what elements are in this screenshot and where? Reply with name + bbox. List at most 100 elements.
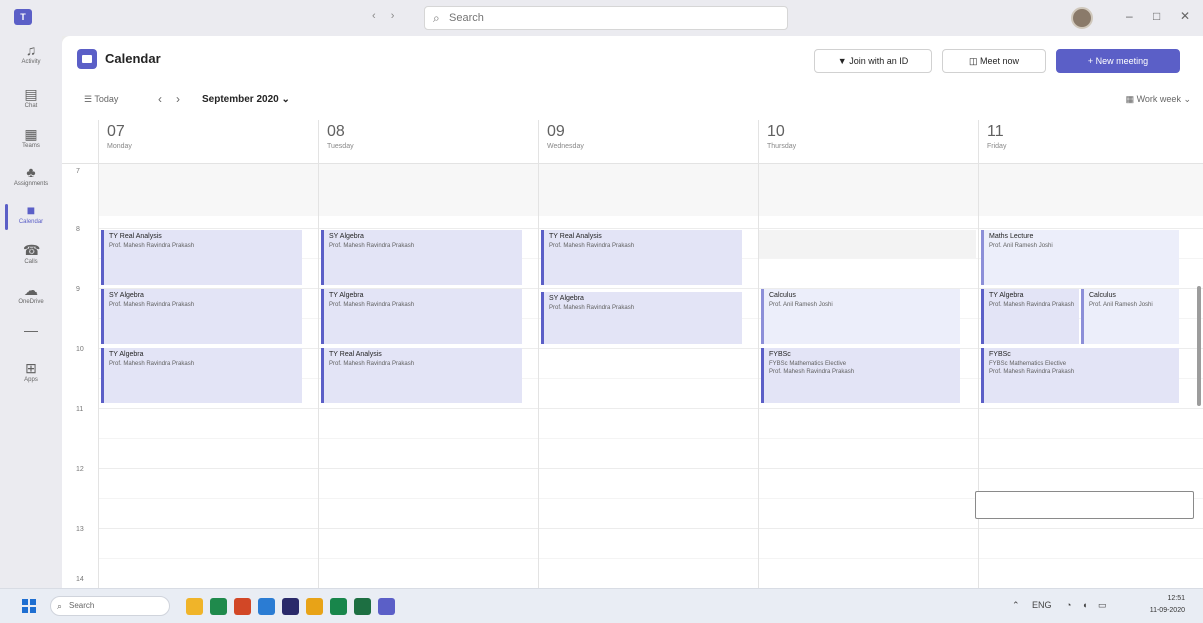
calendar-grid[interactable]: 7 8 9 10 11 12 13 14 TY Real Analysis Pr… — [62, 164, 1203, 588]
taskbar-search[interactable]: ⌕ Search — [50, 596, 170, 616]
day-divider — [98, 164, 99, 588]
language-icon[interactable]: ENG — [1032, 600, 1052, 610]
day-divider — [978, 164, 979, 588]
meet-now-button[interactable]: ◫ Meet now — [942, 49, 1046, 73]
taskbar: ⌕ Search ⌃ ENG ◔ ◖ ▭ 12:51 11-09-2020 — [0, 588, 1203, 623]
bell-icon: ♫ — [25, 42, 37, 58]
hour-label: 11 — [76, 406, 84, 413]
view-switcher[interactable]: ▦ Work week ⌄ — [1126, 94, 1191, 105]
rail-item-onedrive[interactable]: ☁ OneDrive — [0, 276, 62, 320]
event-card[interactable]: TY Real Analysis Prof. Mahesh Ravindra P… — [101, 230, 302, 285]
day-headers: 07 Monday 08 Tuesday 09 Wednesday 10 Thu… — [62, 120, 1203, 164]
event-card[interactable]: Maths Lecture Prof. Anil Ramesh Joshi — [981, 230, 1179, 285]
today-button[interactable]: ☰ Today — [84, 94, 118, 105]
half-hour-line — [98, 558, 1203, 559]
app-icon[interactable] — [330, 598, 347, 615]
search-icon: ⌕ — [433, 11, 440, 25]
day-divider — [318, 164, 319, 588]
prev-week-icon[interactable]: ‹ — [158, 92, 162, 106]
app-icon[interactable] — [210, 598, 227, 615]
wifi-icon[interactable]: ◔ — [1066, 600, 1071, 610]
month-picker[interactable]: September 2020 ⌄ — [202, 94, 290, 105]
hour-label: 10 — [76, 346, 84, 353]
day-divider — [758, 164, 759, 588]
close-icon[interactable]: ✕ — [1180, 9, 1190, 23]
hour-line — [98, 228, 1203, 229]
chevron-up-icon[interactable]: ⌃ — [1012, 600, 1020, 611]
event-card[interactable]: Calculus Prof. Anil Ramesh Joshi — [761, 289, 960, 344]
join-with-id-button[interactable]: ▼ Join with an ID — [814, 49, 932, 73]
day-header-mon[interactable]: 07 Monday — [98, 120, 318, 164]
scrollbar-thumb[interactable] — [1197, 286, 1201, 406]
rail-item-calls[interactable]: ☎ Calls — [0, 236, 62, 280]
event-card[interactable]: Calculus Prof. Anil Ramesh Joshi — [1081, 289, 1179, 344]
hour-line — [98, 408, 1203, 409]
app-icon[interactable] — [306, 598, 323, 615]
search-input[interactable] — [449, 10, 769, 26]
excel-icon[interactable] — [354, 598, 371, 615]
chat-icon: ▤ — [24, 86, 38, 102]
search-box[interactable]: ⌕ — [424, 6, 788, 30]
search-icon: ⌕ — [57, 601, 63, 611]
rail-item-calendar[interactable]: ■ Calendar — [0, 196, 62, 240]
event-card[interactable]: SY Algebra Prof. Mahesh Ravindra Prakash — [541, 292, 742, 344]
file-explorer-icon[interactable] — [186, 598, 203, 615]
edge-icon[interactable] — [258, 598, 275, 615]
calendar-panel: Calendar ▼ Join with an ID ◫ Meet now + … — [62, 36, 1203, 588]
free-slot[interactable] — [759, 230, 976, 258]
hour-label: 14 — [76, 576, 84, 583]
hour-line — [98, 528, 1203, 529]
event-card[interactable]: TY Algebra Prof. Mahesh Ravindra Prakash — [321, 289, 522, 344]
teams-taskbar-icon[interactable] — [378, 598, 395, 615]
new-meeting-button[interactable]: + New meeting — [1056, 49, 1180, 73]
selected-time-slot[interactable] — [975, 491, 1194, 519]
app-icon[interactable] — [234, 598, 251, 615]
calendar-toolbar: ☰ Today ‹ › September 2020 ⌄ ▦ Work week… — [62, 88, 1203, 114]
day-header-wed[interactable]: 09 Wednesday — [538, 120, 758, 164]
hour-label: 7 — [76, 168, 80, 175]
hour-label: 12 — [76, 466, 84, 473]
avatar[interactable] — [1071, 7, 1093, 29]
taskbar-clock[interactable]: 12:51 11-09-2020 — [1150, 593, 1185, 617]
calendar-icon: ■ — [26, 202, 36, 218]
event-card[interactable]: TY Real Analysis Prof. Mahesh Ravindra P… — [321, 348, 522, 403]
cloud-icon: ☁ — [24, 282, 38, 298]
calendar-header: Calendar ▼ Join with an ID ◫ Meet now + … — [62, 36, 1203, 84]
page-title: Calendar — [105, 51, 161, 66]
calendar-view-icon: ▦ — [1125, 94, 1137, 104]
event-card[interactable]: TY Algebra Prof. Mahesh Ravindra Prakash — [981, 289, 1079, 344]
minimize-icon[interactable]: – — [1126, 9, 1133, 23]
event-card[interactable]: FYBSc FYBSc Mathematics Elective Prof. M… — [761, 348, 960, 403]
event-card[interactable]: TY Real Analysis Prof. Mahesh Ravindra P… — [541, 230, 742, 285]
event-card[interactable]: SY Algebra Prof. Mahesh Ravindra Prakash — [321, 230, 522, 285]
windows-start-icon[interactable] — [22, 599, 36, 613]
teams-logo: T — [14, 9, 32, 25]
today-icon: ☰ — [84, 94, 95, 104]
half-hour-line — [98, 438, 1203, 439]
volume-icon[interactable]: ◖ — [1082, 600, 1087, 610]
battery-icon[interactable]: ▭ — [1098, 600, 1107, 611]
app-icon[interactable] — [282, 598, 299, 615]
apps-icon: ⊞ — [25, 360, 37, 376]
next-week-icon[interactable]: › — [176, 92, 180, 106]
assignments-icon: ♣ — [26, 164, 36, 180]
day-header-fri[interactable]: 11 Friday — [978, 120, 1203, 164]
maximize-icon[interactable]: □ — [1153, 9, 1160, 23]
day-header-tue[interactable]: 08 Tuesday — [318, 120, 538, 164]
hour-label: 8 — [76, 226, 80, 233]
day-header-thu[interactable]: 10 Thursday — [758, 120, 978, 164]
event-card[interactable]: SY Algebra Prof. Mahesh Ravindra Prakash — [101, 289, 302, 344]
rail-item-activity[interactable]: ♫ Activity — [0, 36, 62, 80]
rail-item-apps[interactable]: ⊞ Apps — [0, 354, 62, 398]
event-card[interactable]: FYBSc FYBSc Mathematics Elective Prof. M… — [981, 348, 1179, 403]
hour-label: 9 — [76, 286, 80, 293]
camera-icon: ◫ — [968, 56, 980, 66]
event-card[interactable]: TY Algebra Prof. Mahesh Ravindra Prakash — [101, 348, 302, 403]
title-bar: T ‹ › ⌕ – □ ✕ — [0, 0, 1203, 36]
teams-icon: ▦ — [24, 126, 38, 142]
day-divider — [538, 164, 539, 588]
calendar-app-icon — [77, 49, 97, 69]
history-nav[interactable]: ‹ › — [372, 10, 400, 22]
app-rail: ♫ Activity ▤ Chat ▦ Teams ♣ Assignments … — [0, 36, 62, 588]
rail-item-chat[interactable]: ▤ Chat — [0, 80, 62, 124]
